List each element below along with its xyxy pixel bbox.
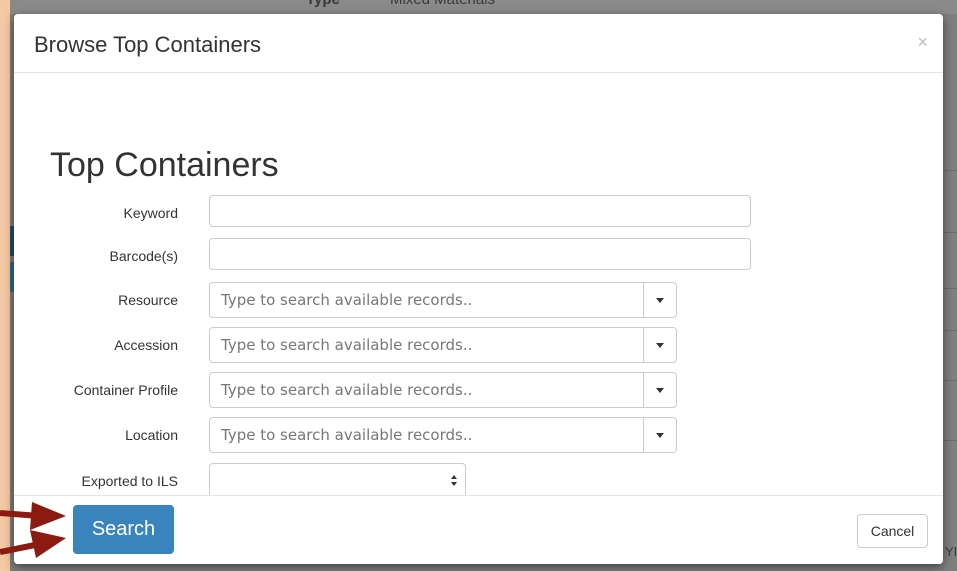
resource-search-input[interactable] xyxy=(211,284,643,316)
container-profile-dropdown-button[interactable] xyxy=(644,373,676,407)
caret-down-icon xyxy=(656,343,664,348)
exported-to-ils-select[interactable] xyxy=(209,463,466,499)
accession-search-input[interactable] xyxy=(211,329,643,361)
caret-down-icon xyxy=(656,298,664,303)
resource-combobox xyxy=(209,282,677,318)
background-type-value: Mixed Materials xyxy=(390,0,495,8)
close-icon[interactable]: × xyxy=(917,32,928,53)
background-divider xyxy=(945,440,957,441)
annotation-arrows xyxy=(0,502,66,558)
container-profile-search-input[interactable] xyxy=(211,374,643,406)
container-profile-label: Container Profile xyxy=(73,382,178,398)
exported-to-ils-label: Exported to ILS xyxy=(81,473,178,489)
background-divider xyxy=(945,170,957,171)
resource-dropdown-button[interactable] xyxy=(644,283,676,317)
background-divider xyxy=(945,288,957,289)
modal-footer: Search Cancel xyxy=(14,495,943,564)
barcodes-row: Barcode(s) xyxy=(14,238,943,274)
barcodes-label: Barcode(s) xyxy=(109,248,178,264)
location-search-input[interactable] xyxy=(211,419,643,451)
background-edge-text: YI xyxy=(945,544,957,559)
background-divider xyxy=(945,330,957,331)
container-profile-row: Container Profile xyxy=(14,372,943,408)
modal-title: Browse Top Containers xyxy=(34,32,262,57)
modal-header: Browse Top Containers × xyxy=(14,14,943,73)
page-heading: Top Containers xyxy=(50,146,279,184)
cancel-button[interactable]: Cancel xyxy=(857,514,928,548)
keyword-label: Keyword xyxy=(123,205,178,221)
select-arrows-icon xyxy=(451,475,457,487)
accession-row: Accession xyxy=(14,327,943,363)
arrow-icon xyxy=(0,502,66,530)
background-divider xyxy=(945,232,957,233)
resource-row: Resource xyxy=(14,282,943,318)
container-profile-combobox xyxy=(209,372,677,408)
location-combobox xyxy=(209,417,677,453)
accession-label: Accession xyxy=(114,337,178,353)
search-button[interactable]: Search xyxy=(73,505,174,554)
resource-label: Resource xyxy=(118,292,178,308)
caret-down-icon xyxy=(656,433,664,438)
location-dropdown-button[interactable] xyxy=(644,418,676,452)
keyword-input[interactable] xyxy=(209,195,751,227)
arrow-icon xyxy=(0,530,66,558)
caret-down-icon xyxy=(656,388,664,393)
background-type-label: Type xyxy=(306,0,340,8)
barcodes-input[interactable] xyxy=(209,238,751,270)
accession-combobox xyxy=(209,327,677,363)
background-divider xyxy=(945,380,957,381)
exported-to-ils-row: Exported to ILS xyxy=(14,463,943,499)
accession-dropdown-button[interactable] xyxy=(644,328,676,362)
browse-top-containers-modal: Browse Top Containers × Top Containers K… xyxy=(14,14,943,564)
location-label: Location xyxy=(125,427,178,443)
keyword-row: Keyword xyxy=(14,195,943,231)
location-row: Location xyxy=(14,417,943,453)
